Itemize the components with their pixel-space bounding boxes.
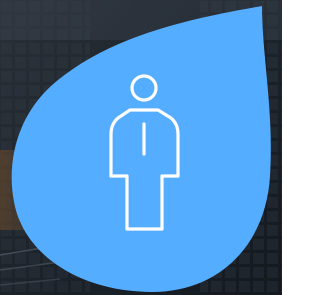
drop-shape [11,6,271,292]
drop-badge [11,6,271,292]
hero-scene [0,0,282,295]
